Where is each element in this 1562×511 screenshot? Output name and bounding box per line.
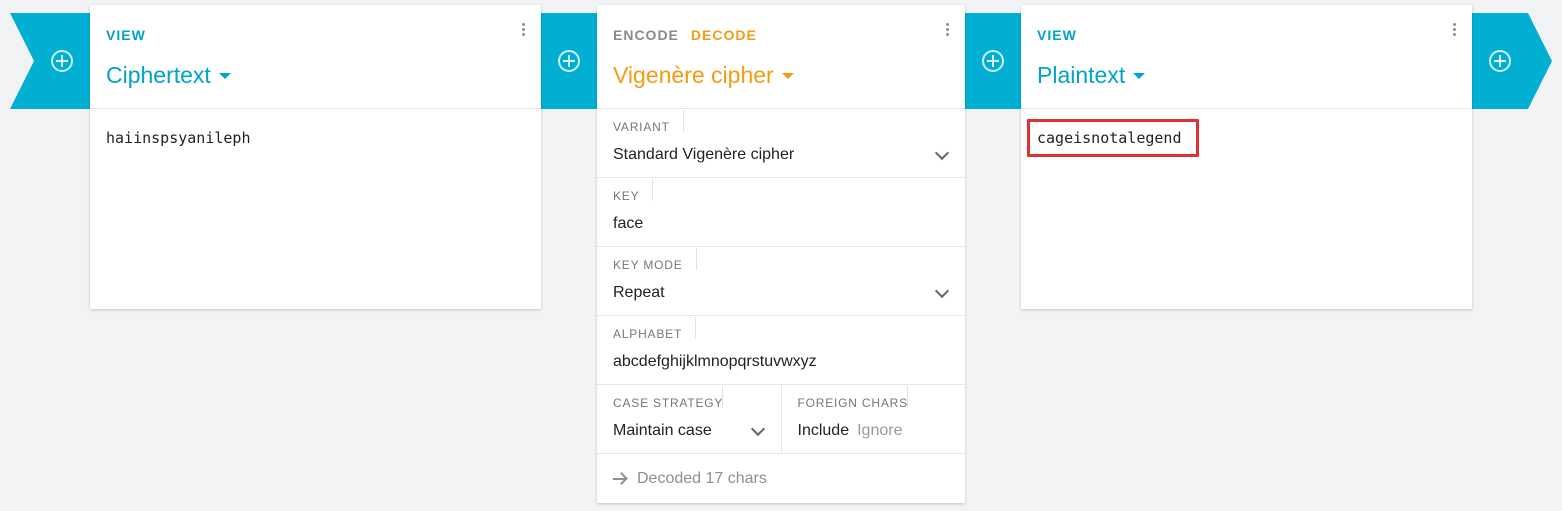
foreign-chars-include-option[interactable]: Include [798,422,850,439]
caret-down-icon [1133,72,1146,79]
key-setting[interactable]: KEY face [597,178,965,247]
plaintext-title: Plaintext [1037,62,1126,88]
tab-view[interactable]: VIEW [106,27,146,43]
pipeline-connector-right [1472,13,1552,109]
ciphertext-title: Ciphertext [106,62,211,88]
key-input[interactable]: face [613,215,643,233]
tab-decode[interactable]: DECODE [691,27,757,43]
cipher-card-header: ENCODE DECODE Vigenère cipher [597,5,965,109]
foreign-chars-label: FOREIGN CHARS [797,386,909,410]
ciphertext-content[interactable]: haiinspsyanileph [106,129,251,147]
alphabet-setting[interactable]: ALPHABET abcdefghijklmnopqrstuvwxyz [597,316,965,385]
status-text: Decoded 17 chars [637,470,767,487]
foreign-chars-toggle: Include Ignore [798,422,903,440]
cipher-card-footer: Decoded 17 chars [597,454,965,502]
tab-view[interactable]: VIEW [1037,27,1077,43]
key-label: KEY [613,179,654,203]
case-strategy-select[interactable]: Maintain case [613,422,712,440]
case-strategy-setting[interactable]: CASE STRATEGY Maintain case [597,385,781,453]
cipher-title: Vigenère cipher [613,62,774,88]
caret-down-icon [781,72,794,79]
chevron-down-icon[interactable] [934,145,950,161]
key-mode-select[interactable]: Repeat [613,284,665,302]
add-circle-icon[interactable] [982,50,1004,72]
more-options-icon[interactable] [519,21,527,39]
alphabet-label: ALPHABET [613,317,697,341]
case-foreign-settings: CASE STRATEGY Maintain case FOREIGN CHAR… [597,385,965,454]
key-mode-setting[interactable]: KEY MODE Repeat [597,247,965,316]
highlight-annotation-box [1027,119,1199,157]
variant-setting[interactable]: VARIANT Standard Vigenère cipher [597,109,965,178]
caret-down-icon [218,72,231,79]
plaintext-title-dropdown[interactable]: Plaintext [1037,62,1146,89]
case-strategy-label: CASE STRATEGY [613,386,724,410]
key-mode-label: KEY MODE [613,248,697,272]
ciphertext-card-header: VIEW Ciphertext [90,5,541,109]
plaintext-card-header: VIEW Plaintext [1021,5,1472,109]
variant-select[interactable]: Standard Vigenère cipher [613,146,794,164]
add-circle-icon[interactable] [558,50,580,72]
arrow-right-icon [613,473,627,485]
cipher-title-dropdown[interactable]: Vigenère cipher [613,62,794,89]
chevron-down-icon[interactable] [750,421,765,437]
plaintext-card: VIEW Plaintext cageisnotalegend [1021,5,1472,309]
more-options-icon[interactable] [1450,21,1458,39]
more-options-icon[interactable] [943,21,951,39]
tab-encode[interactable]: ENCODE [613,27,679,43]
add-circle-icon[interactable] [51,50,73,72]
vigenere-cipher-card: ENCODE DECODE Vigenère cipher VARIANT St… [597,5,965,503]
foreign-chars-ignore-option[interactable]: Ignore [857,422,902,439]
ciphertext-card: VIEW Ciphertext haiinspsyanileph [90,5,541,309]
chevron-down-icon[interactable] [934,283,950,299]
add-circle-icon[interactable] [1489,50,1511,72]
foreign-chars-setting: FOREIGN CHARS Include Ignore [780,385,966,453]
ciphertext-title-dropdown[interactable]: Ciphertext [106,62,231,89]
variant-label: VARIANT [613,110,684,134]
alphabet-input[interactable]: abcdefghijklmnopqrstuvwxyz [613,353,817,371]
